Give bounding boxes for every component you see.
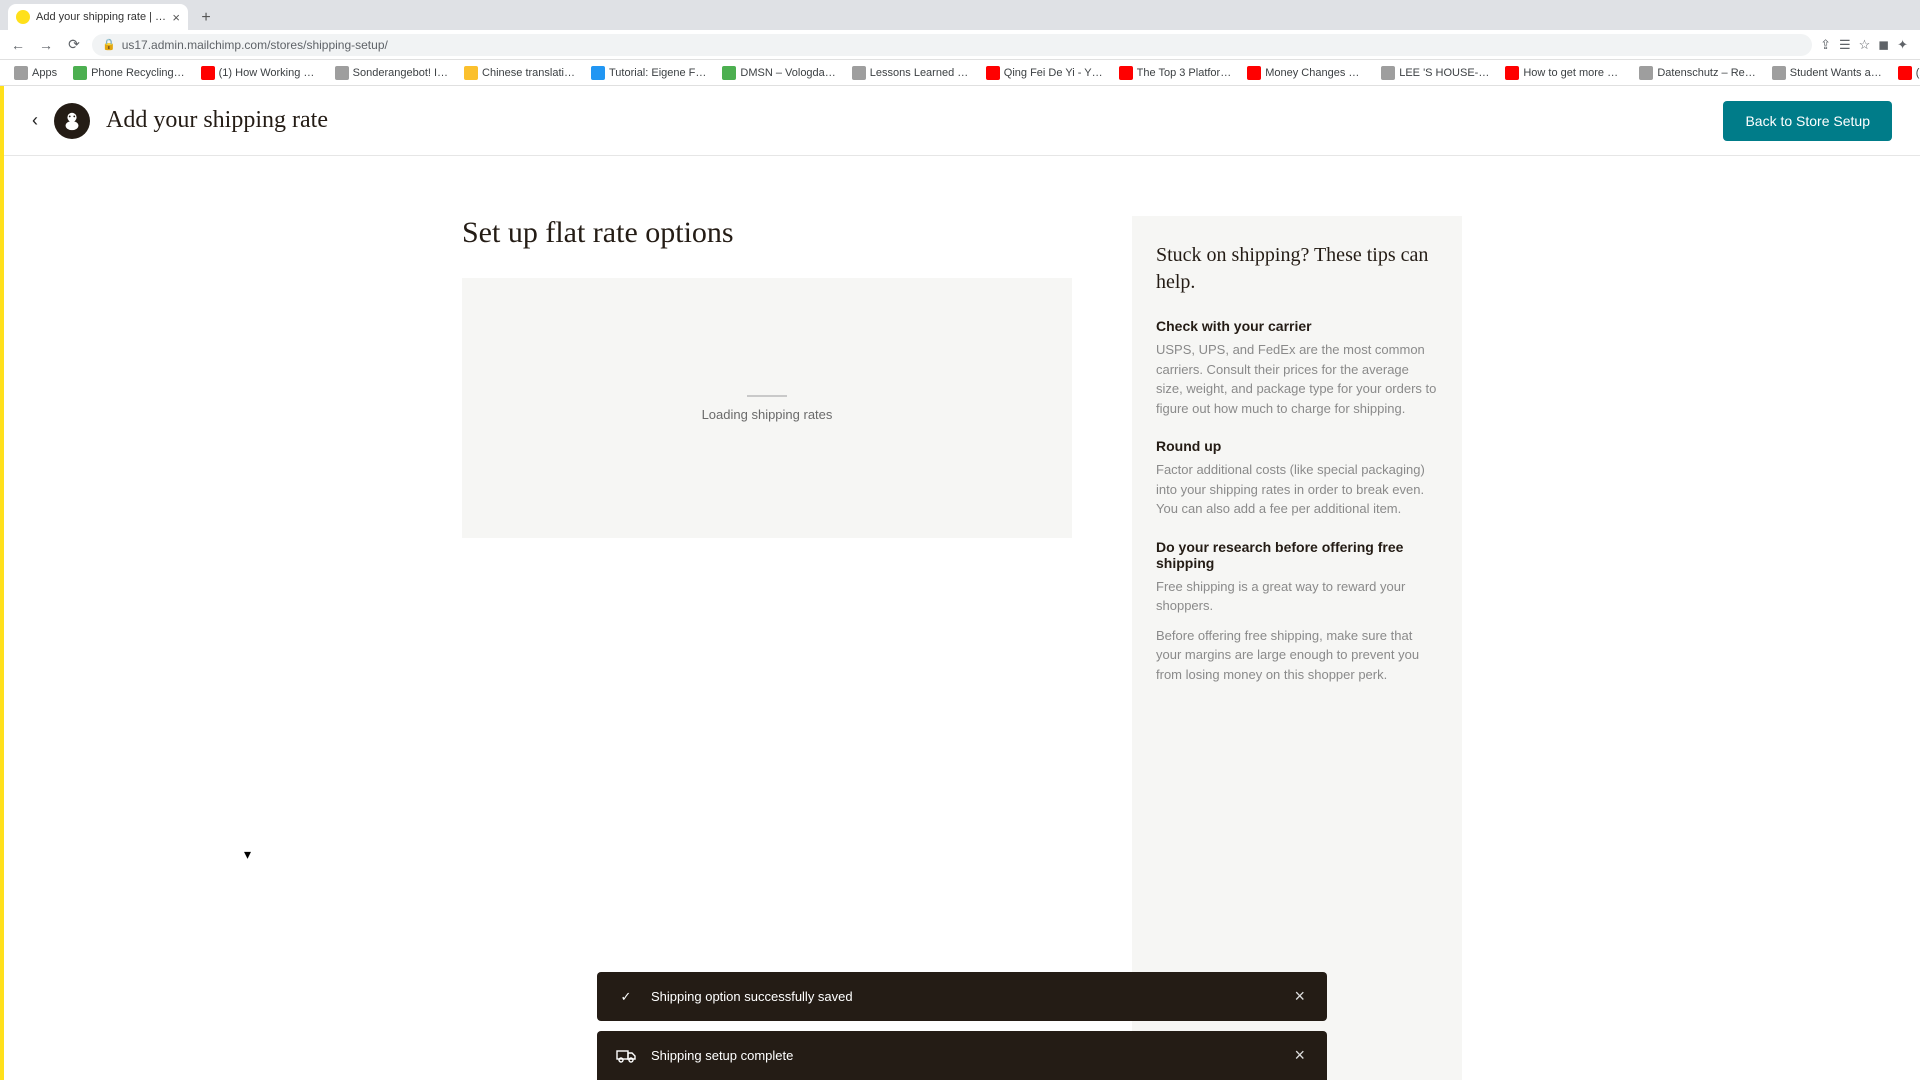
tip-title: Round up xyxy=(1156,438,1438,454)
close-icon[interactable]: × xyxy=(1290,986,1309,1007)
back-to-store-button[interactable]: Back to Store Setup xyxy=(1723,101,1892,141)
favicon-icon xyxy=(16,10,30,24)
bookmark-item[interactable]: DMSN – Vologda… xyxy=(716,64,841,82)
apps-icon xyxy=(14,66,28,80)
app-viewport: ‹ Add your shipping rate Back to Store S… xyxy=(0,86,1920,1080)
mailchimp-logo[interactable] xyxy=(54,103,90,139)
tip-body: Free shipping is a great way to reward y… xyxy=(1156,577,1438,616)
bookmark-icon xyxy=(591,66,605,80)
close-icon[interactable]: × xyxy=(1290,1045,1309,1066)
bookmark-icon xyxy=(1898,66,1912,80)
bookmark-item[interactable]: (1) How Working a… xyxy=(195,64,325,82)
toast-info: Shipping setup complete × xyxy=(597,1031,1327,1080)
loading-text: Loading shipping rates xyxy=(702,407,833,422)
fb-icon[interactable]: ◼ xyxy=(1878,37,1889,53)
bookmark-icon xyxy=(1381,66,1395,80)
lock-icon: 🔒 xyxy=(102,38,116,51)
bookmark-icon xyxy=(1247,66,1261,80)
section-heading: Set up flat rate options xyxy=(462,216,1072,250)
bookmarks-bar: Apps Phone Recycling… (1) How Working a…… xyxy=(0,60,1920,86)
toast-message: Shipping option successfully saved xyxy=(651,989,1290,1004)
cursor-icon: ▾ xyxy=(244,846,251,863)
monkey-icon xyxy=(61,110,83,132)
reload-icon[interactable]: ⟳ xyxy=(64,35,84,55)
bookmark-icon xyxy=(201,66,215,80)
bookmark-item[interactable]: Qing Fei De Yi - Y… xyxy=(980,64,1109,82)
bookmark-item[interactable]: Apps xyxy=(8,64,63,82)
bookmark-item[interactable]: Money Changes E… xyxy=(1241,64,1371,82)
tip-body: Before offering free shipping, make sure… xyxy=(1156,626,1438,685)
toolbar-actions: ⇪ ☰ ☆ ◼ ✦ xyxy=(1820,37,1912,53)
bookmark-icon xyxy=(73,66,87,80)
toast-message: Shipping setup complete xyxy=(651,1048,1290,1063)
bookmark-icon xyxy=(852,66,866,80)
bookmark-item[interactable]: LEE 'S HOUSE-… xyxy=(1375,64,1495,82)
bookmark-item[interactable]: (2) How To Add A… xyxy=(1892,64,1920,82)
bookmark-item[interactable]: Datenschutz – Re… xyxy=(1633,64,1761,82)
tips-heading: Stuck on shipping? These tips can help. xyxy=(1156,242,1438,296)
tip-body: USPS, UPS, and FedEx are the most common… xyxy=(1156,340,1438,418)
tip-block: Round up Factor additional costs (like s… xyxy=(1156,438,1438,519)
bookmark-item[interactable]: Chinese translati… xyxy=(458,64,581,82)
bookmark-icon xyxy=(1119,66,1133,80)
bookmark-icon xyxy=(1639,66,1653,80)
url-text: us17.admin.mailchimp.com/stores/shipping… xyxy=(122,38,388,52)
puzzle-icon[interactable]: ✦ xyxy=(1897,37,1908,53)
address-bar[interactable]: 🔒 us17.admin.mailchimp.com/stores/shippi… xyxy=(92,34,1812,56)
truck-icon xyxy=(615,1049,637,1063)
app-header: ‹ Add your shipping rate Back to Store S… xyxy=(4,86,1920,156)
tab-title: Add your shipping rate | Mailc… xyxy=(36,11,166,23)
tip-block: Check with your carrier USPS, UPS, and F… xyxy=(1156,318,1438,418)
check-icon: ✓ xyxy=(615,989,637,1005)
toast-success: ✓ Shipping option successfully saved × xyxy=(597,972,1327,1021)
tip-block: Do your research before offering free sh… xyxy=(1156,539,1438,685)
bookmark-item[interactable]: Tutorial: Eigene F… xyxy=(585,64,712,82)
tip-title: Do your research before offering free sh… xyxy=(1156,539,1438,571)
loading-panel: Loading shipping rates xyxy=(462,278,1072,538)
browser-tab-strip: Add your shipping rate | Mailc… × + xyxy=(0,0,1920,30)
bookmark-item[interactable]: Phone Recycling… xyxy=(67,64,191,82)
main-column: Set up flat rate options Loading shippin… xyxy=(462,216,1072,1080)
bookmark-item[interactable]: Lessons Learned f… xyxy=(846,64,976,82)
bookmark-icon xyxy=(335,66,349,80)
forward-icon[interactable]: → xyxy=(36,35,56,55)
star-icon[interactable]: ☆ xyxy=(1859,37,1871,53)
bookmark-item[interactable]: Student Wants a… xyxy=(1766,64,1888,82)
browser-tab[interactable]: Add your shipping rate | Mailc… × xyxy=(8,4,188,30)
tips-sidebar: Stuck on shipping? These tips can help. … xyxy=(1132,216,1462,1080)
tip-body: Factor additional costs (like special pa… xyxy=(1156,460,1438,519)
back-chevron-icon[interactable]: ‹ xyxy=(32,110,38,131)
back-icon[interactable]: ← xyxy=(8,35,28,55)
bookmark-item[interactable]: How to get more v… xyxy=(1499,64,1629,82)
content-area: Set up flat rate options Loading shippin… xyxy=(4,156,1920,1080)
spinner-icon xyxy=(747,395,787,397)
bookmark-icon xyxy=(986,66,1000,80)
bookmark-item[interactable]: Sonderangebot! I… xyxy=(329,64,454,82)
bookmark-item[interactable]: The Top 3 Platfor… xyxy=(1113,64,1238,82)
bookmark-icon xyxy=(1505,66,1519,80)
browser-toolbar: ← → ⟳ 🔒 us17.admin.mailchimp.com/stores/… xyxy=(0,30,1920,60)
extensions-icon[interactable]: ☰ xyxy=(1839,37,1851,53)
tip-title: Check with your carrier xyxy=(1156,318,1438,334)
page-title: Add your shipping rate xyxy=(106,107,328,134)
close-icon[interactable]: × xyxy=(172,10,180,25)
new-tab-button[interactable]: + xyxy=(194,6,218,30)
share-icon[interactable]: ⇪ xyxy=(1820,37,1831,53)
bookmark-icon xyxy=(1772,66,1786,80)
bookmark-icon xyxy=(722,66,736,80)
toast-stack: ✓ Shipping option successfully saved × S… xyxy=(597,972,1327,1080)
bookmark-icon xyxy=(464,66,478,80)
